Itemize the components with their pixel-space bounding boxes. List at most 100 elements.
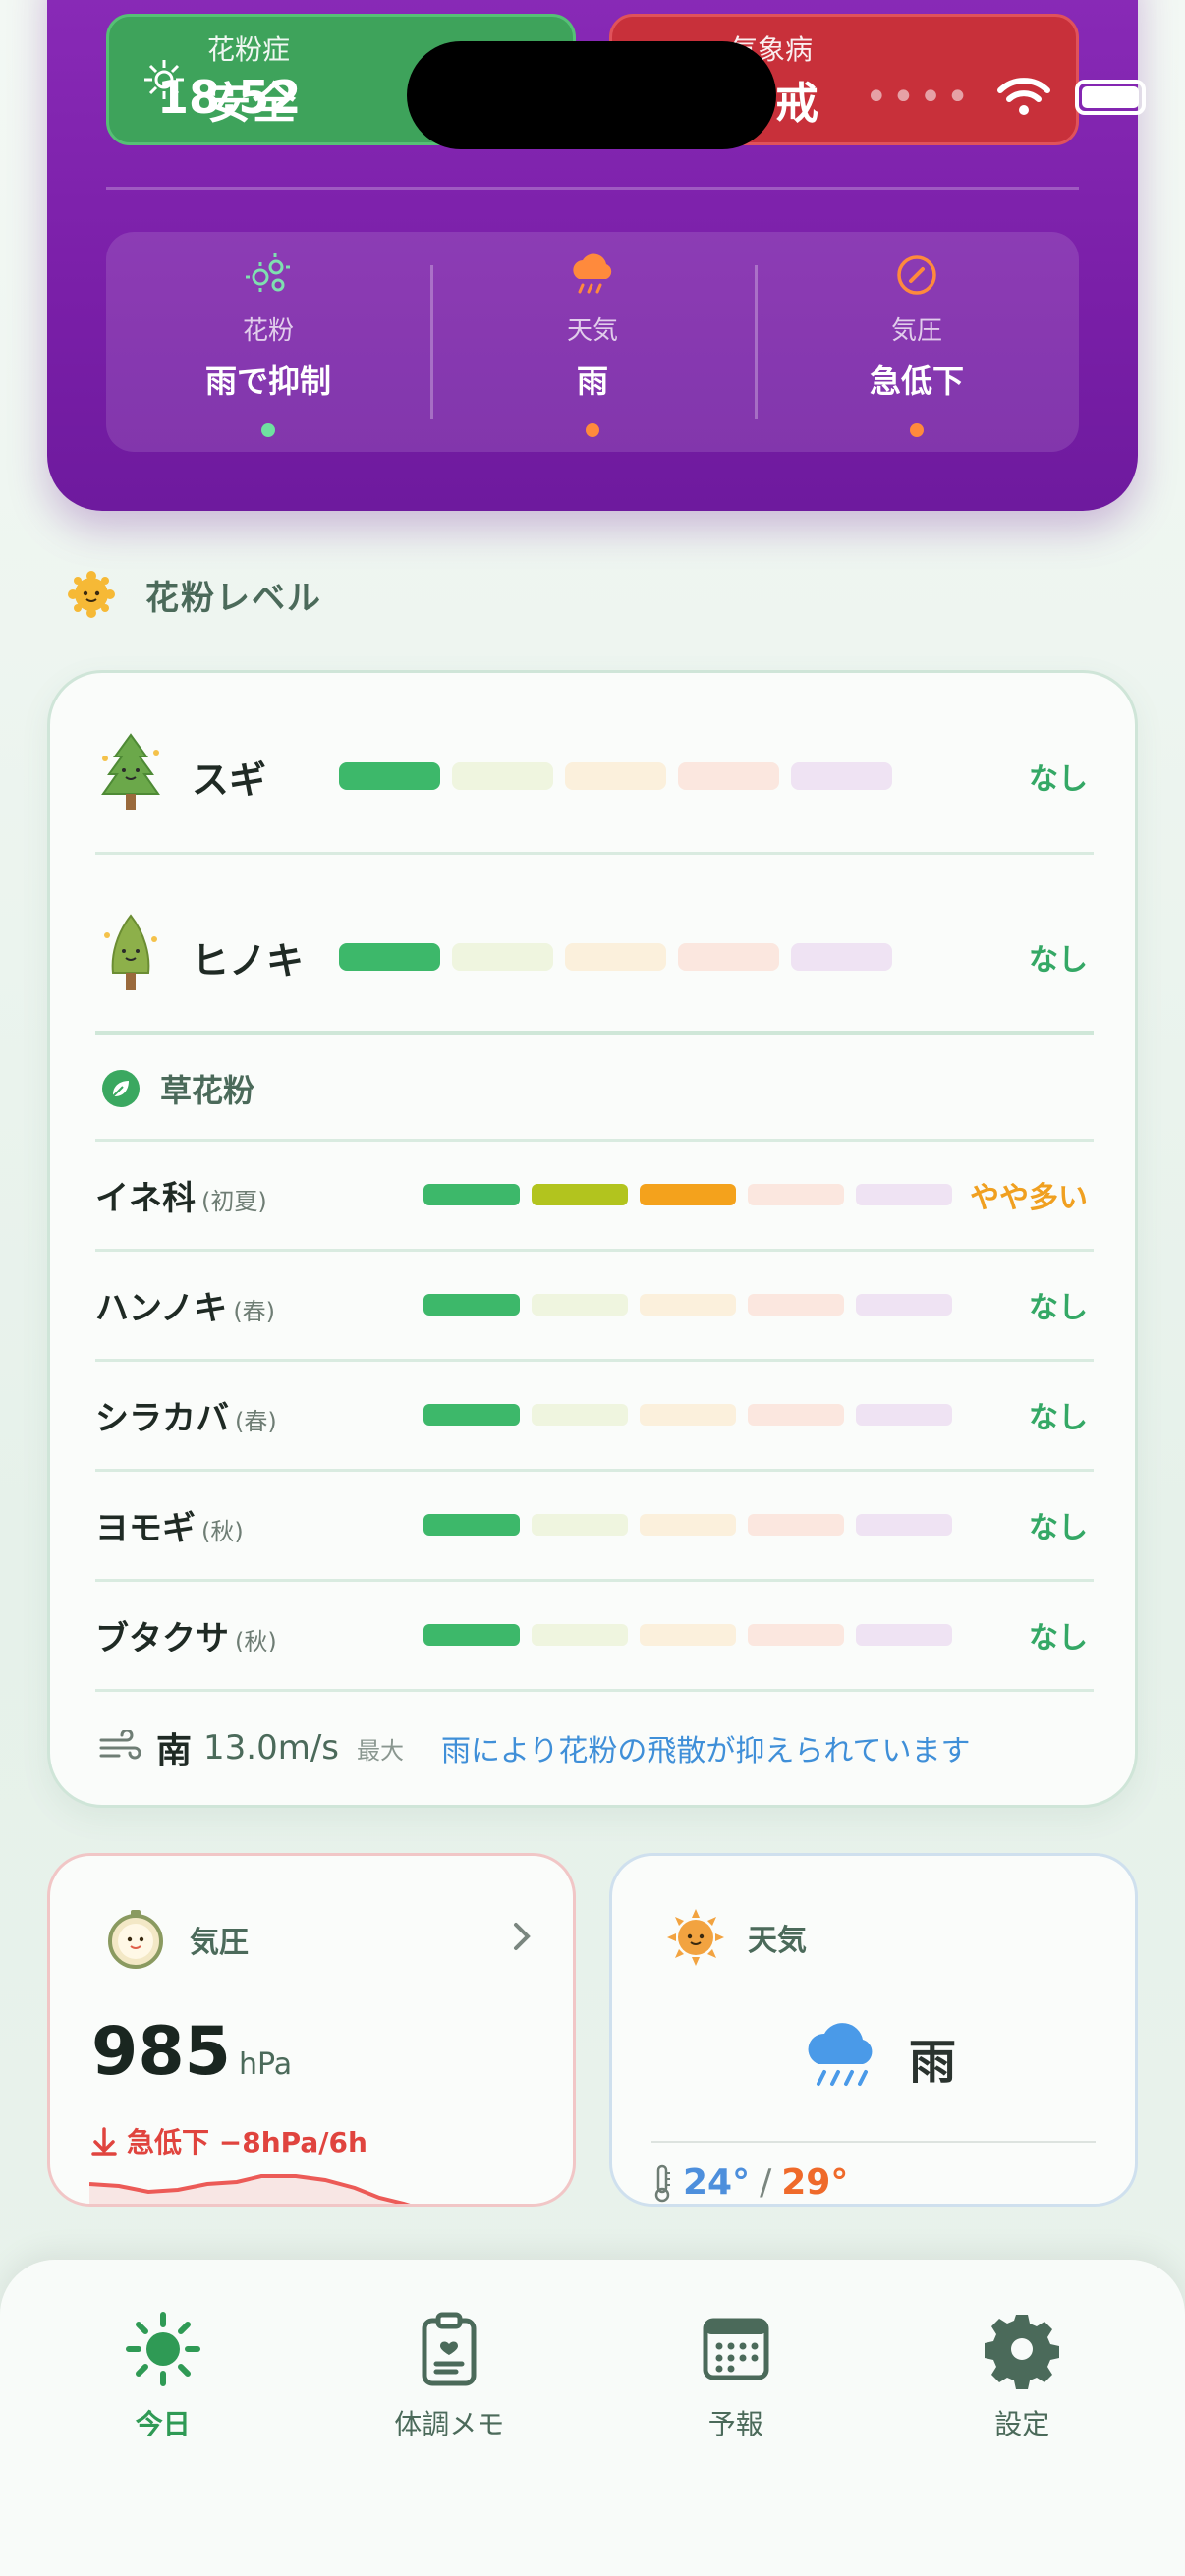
pollen-pill-label: 花粉症	[207, 33, 291, 66]
weather-card-title: 天気	[748, 1924, 807, 1958]
weather-card-header: 天気	[665, 1907, 807, 1968]
pressure-trend: 急低下 −8hPa/6h	[91, 2121, 367, 2160]
pollen-row-ine[interactable]: イネ科 (初夏) やや多い	[95, 1141, 1088, 1249]
chevron-right-icon[interactable]	[510, 1921, 536, 1952]
level-text: なし	[1029, 1401, 1088, 1435]
weather-condition-text: 雨	[909, 2035, 957, 2090]
level-bars	[423, 1184, 952, 1205]
arrow-down-icon	[91, 2127, 117, 2156]
pollen-row-butakusa[interactable]: ブタクサ (秋) なし	[95, 1581, 1088, 1689]
pollen-row-yomogi[interactable]: ヨモギ (秋) なし	[95, 1471, 1088, 1579]
pollen-icon	[246, 252, 290, 292]
pollen-name: スギ	[192, 757, 267, 802]
level-bar-5	[856, 1624, 952, 1646]
pressure-value: 985	[91, 2013, 231, 2091]
pollen-level-card: スギ なし ヒノキ なし 草花粉 イネ科 (初夏) やや多い ハンノキ (春) …	[47, 670, 1138, 1808]
pressure-card-title: 気圧	[190, 1926, 249, 1960]
level-bar-1	[423, 1404, 520, 1426]
pressure-card-header: 気圧	[103, 1907, 249, 1972]
grass-title: 草花粉	[160, 1072, 255, 1109]
level-bars	[339, 762, 892, 790]
level-bar-1	[339, 943, 440, 971]
level-bar-1	[423, 1624, 520, 1646]
pollen-season: (春)	[233, 1297, 276, 1325]
tab-forecast[interactable]: 予報	[592, 2260, 879, 2576]
temperature-range: 24° / 29°	[651, 2162, 848, 2203]
level-text: やや多い	[970, 1181, 1088, 1215]
tab-bar: 今日 体調メモ 予報 設定	[0, 2260, 1185, 2576]
calendar-icon	[703, 2318, 769, 2380]
level-bar-2	[532, 1184, 628, 1205]
metric-label: 気圧	[890, 315, 942, 346]
battery-icon	[1075, 80, 1147, 115]
pollen-row-sugi[interactable]: スギ なし	[95, 702, 1088, 850]
dynamic-island	[407, 41, 776, 149]
tab-label: 設定	[994, 2408, 1050, 2440]
pressure-sparkline	[89, 2174, 411, 2204]
gauge-icon	[897, 254, 936, 295]
level-bar-3	[640, 1404, 736, 1426]
pollen-row-shirakaba[interactable]: シラカバ (春) なし	[95, 1361, 1088, 1469]
metric-dot	[261, 422, 275, 437]
cypress-tree-icon	[104, 914, 157, 990]
weather-condition: 雨	[797, 2013, 956, 2101]
tab-today[interactable]: 今日	[20, 2260, 307, 2576]
hero-divider	[106, 187, 1079, 190]
wind-icon	[99, 1730, 141, 1760]
pollen-name: ブタクサ (秋)	[95, 1618, 277, 1658]
level-bar-3	[565, 762, 666, 790]
tab-health-memo[interactable]: 体調メモ	[307, 2260, 593, 2576]
level-text: なし	[1029, 943, 1088, 978]
pollen-name: シラカバ (春)	[95, 1398, 277, 1438]
level-bar-5	[856, 1294, 952, 1316]
weather-divider	[651, 2141, 1096, 2143]
barometer-icon	[108, 1910, 163, 1969]
pollen-name: ヨモギ (秋)	[95, 1508, 244, 1548]
level-bar-3	[640, 1624, 736, 1646]
pollen-row-hinoki[interactable]: ヒノキ なし	[95, 883, 1088, 1031]
wifi-icon	[997, 78, 1051, 115]
pressure-unit: hPa	[238, 2047, 293, 2082]
level-bar-4	[678, 943, 779, 971]
wind-max-label: 最大	[357, 1736, 405, 1764]
rain-cloud-icon	[573, 253, 612, 293]
tab-settings[interactable]: 設定	[879, 2260, 1166, 2576]
metric-value: 急低下	[869, 362, 964, 400]
level-text: なし	[1029, 1511, 1088, 1545]
temp-separator: /	[760, 2162, 772, 2203]
metric-pressure[interactable]: 気圧 急低下	[755, 232, 1079, 452]
metric-weather[interactable]: 天気 雨	[430, 232, 755, 452]
leaf-icon	[102, 1070, 140, 1107]
pollen-row-hannoki[interactable]: ハンノキ (春) なし	[95, 1251, 1088, 1359]
wind-info-row: 南 13.0m/s 最大 雨により花粉の飛散が抑えられています	[99, 1722, 1092, 1773]
level-bar-2	[532, 1624, 628, 1646]
thermometer-icon	[654, 2164, 670, 2202]
pollen-season: (初夏)	[201, 1187, 267, 1215]
clipboard-icon	[422, 2312, 477, 2386]
pressure-card[interactable]: 気圧 985 hPa 急低下 −8hPa/6h	[47, 1853, 576, 2207]
pressure-value-group: 985 hPa	[91, 2013, 292, 2091]
pollen-season: (春)	[235, 1407, 277, 1435]
level-bar-5	[856, 1184, 952, 1205]
metric-label: 花粉	[242, 315, 294, 346]
level-bars	[423, 1294, 952, 1316]
metric-value: 雨で抑制	[204, 362, 331, 400]
metric-pollen[interactable]: 花粉 雨で抑制	[106, 232, 430, 452]
level-bar-2	[532, 1294, 628, 1316]
level-bar-3	[565, 943, 666, 971]
metrics-panel: 花粉 雨で抑制 天気 雨 気圧 急低下	[106, 232, 1079, 452]
pollen-section-header: 花粉レベル	[65, 568, 322, 621]
level-text: なし	[1029, 1291, 1088, 1325]
gear-icon	[985, 2315, 1060, 2389]
weather-card[interactable]: 天気 雨 24° / 29° 45mm	[609, 1853, 1138, 2207]
level-bars	[423, 1404, 952, 1426]
cedar-tree-icon	[101, 733, 160, 810]
level-bar-4	[748, 1294, 844, 1316]
level-bar-2	[452, 943, 553, 971]
pollen-name: ハンノキ (春)	[95, 1288, 276, 1328]
level-bar-1	[423, 1514, 520, 1536]
tab-label: 今日	[135, 2408, 191, 2440]
sun-mascot-icon	[667, 1909, 724, 1966]
pollen-mascot-icon	[68, 571, 115, 618]
sun-icon	[125, 2312, 200, 2386]
